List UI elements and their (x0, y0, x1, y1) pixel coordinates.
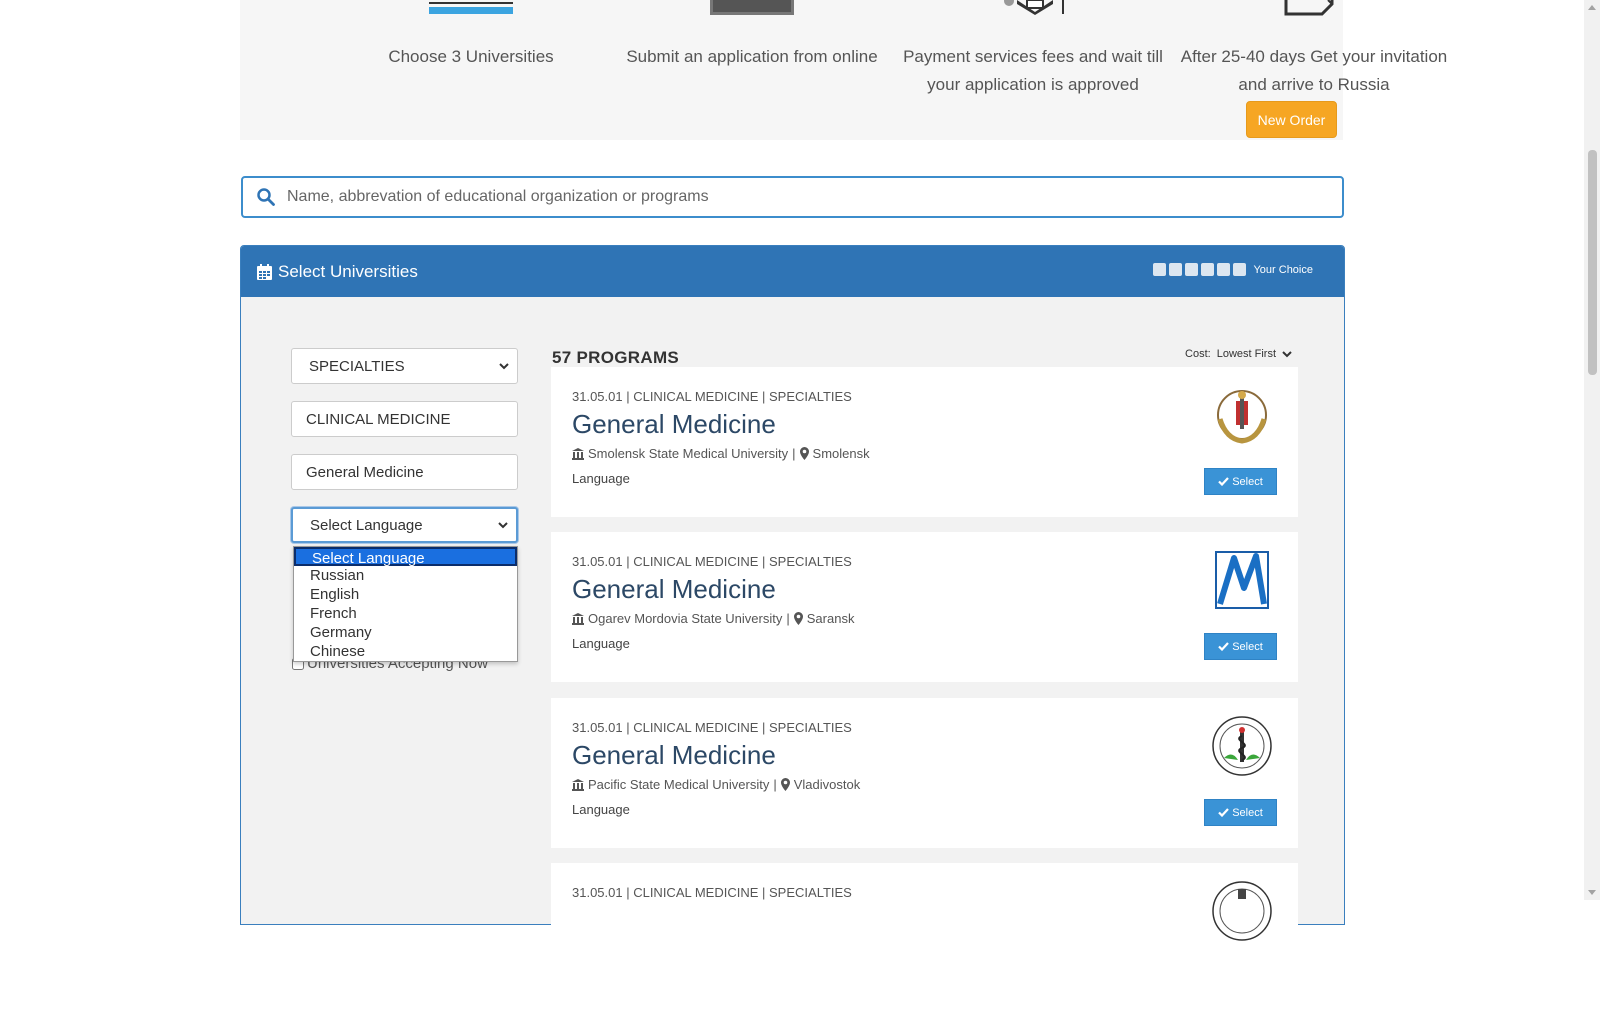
calendar-icon (257, 264, 272, 280)
choice-slot[interactable] (1153, 263, 1167, 276)
program-card: 31.05.01 | CLINICAL MEDICINE | SPECIALTI… (551, 863, 1298, 1013)
step-text: Choose 3 Universities (388, 47, 554, 66)
steps-banner: Choose 3 Universities Submit an applicat… (240, 0, 1447, 140)
program-language: Language (572, 802, 630, 817)
program-filter[interactable]: General Medicine (291, 454, 518, 490)
program-title[interactable]: General Medicine (572, 574, 776, 605)
map-marker-icon (780, 778, 790, 791)
language-option[interactable]: English (294, 585, 517, 604)
map-marker-icon (793, 612, 803, 625)
step-arrival: After 25-40 days Get your invitation and… (1174, 0, 1454, 94)
university-logo (1212, 716, 1272, 776)
program-language: Language (572, 636, 630, 651)
your-choice-label: Your Choice (1253, 263, 1313, 276)
program-meta: Pacific State Medical University | Vladi… (572, 777, 860, 792)
program-code: 31.05.01 | CLINICAL MEDICINE | SPECIALTI… (572, 885, 852, 900)
graduation-cap-icon (1004, 0, 1064, 15)
program-code: 31.05.01 | CLINICAL MEDICINE | SPECIALTI… (572, 554, 852, 569)
field-filter[interactable]: CLINICAL MEDICINE (291, 401, 518, 437)
language-select[interactable]: Select Language (291, 507, 518, 543)
university-icon (572, 612, 584, 625)
field-filter-value: CLINICAL MEDICINE (306, 410, 451, 428)
sort-control[interactable]: Cost: Lowest First (1185, 348, 1292, 360)
program-card: 31.05.01 | CLINICAL MEDICINE | SPECIALTI… (551, 367, 1298, 517)
choice-slot[interactable] (1169, 263, 1183, 276)
panel-title: Select Universities (257, 262, 418, 282)
program-title[interactable]: General Medicine (572, 409, 776, 440)
scroll-up-icon[interactable] (1588, 5, 1596, 10)
sort-label: Cost: (1185, 348, 1211, 360)
university-icon (572, 778, 584, 791)
panel-header: Select Universities Your Choice (241, 246, 1344, 297)
check-icon (1218, 477, 1230, 486)
step-submit: Submit an application from online (612, 0, 892, 66)
choice-slot[interactable] (1233, 263, 1247, 276)
select-button-label: Select (1232, 640, 1263, 653)
choice-slots: Your Choice (1153, 263, 1313, 276)
step-text: Payment services fees and wait till your… (903, 47, 1163, 94)
scroll-thumb[interactable] (1588, 150, 1597, 375)
select-button-label: Select (1232, 475, 1263, 488)
city-name: Vladivostok (793, 777, 861, 792)
language-option[interactable]: Chinese (294, 642, 517, 661)
step-payment: Payment services fees and wait till your… (893, 0, 1173, 94)
program-card: 31.05.01 | CLINICAL MEDICINE | SPECIALTI… (551, 532, 1298, 682)
choice-slot[interactable] (1201, 263, 1215, 276)
laptop-icon (710, 0, 794, 15)
university-logo (1215, 551, 1269, 609)
chevron-down-icon (498, 521, 508, 528)
step-choose: Choose 3 Universities (331, 0, 611, 66)
select-button[interactable]: Select (1204, 633, 1277, 660)
university-name[interactable]: Ogarev Mordovia State University (588, 611, 782, 626)
language-select-value: Select Language (310, 516, 423, 534)
search-icon (257, 188, 275, 206)
university-icon (572, 447, 584, 460)
panel-title-text: Select Universities (278, 262, 418, 281)
universities-panel: Select Universities Your Choice SPECIALT… (240, 245, 1345, 1013)
program-code: 31.05.01 | CLINICAL MEDICINE | SPECIALTI… (572, 389, 852, 404)
select-button[interactable]: Select (1204, 468, 1277, 495)
program-meta: Smolensk State Medical University | Smol… (572, 446, 870, 461)
language-option[interactable]: Russian (294, 566, 517, 585)
program-filter-value: General Medicine (306, 463, 424, 481)
chevron-down-icon (1282, 350, 1292, 357)
scroll-down-icon[interactable] (1588, 890, 1596, 895)
chevron-down-icon (499, 362, 509, 369)
choice-slot[interactable] (1217, 263, 1231, 276)
university-logo (1212, 881, 1272, 941)
document-icon (1284, 0, 1334, 16)
search-box[interactable] (241, 176, 1344, 218)
university-name[interactable]: Pacific State Medical University (588, 777, 769, 792)
program-card: 31.05.01 | CLINICAL MEDICINE | SPECIALTI… (551, 698, 1298, 848)
language-option[interactable]: French (294, 604, 517, 623)
programs-count: 57 PROGRAMS (552, 348, 680, 367)
university-logo (1217, 390, 1267, 444)
university-name[interactable]: Smolensk State Medical University (588, 446, 788, 461)
sort-value: Lowest First (1216, 348, 1276, 360)
new-order-button[interactable]: New Order (1246, 101, 1337, 138)
language-option[interactable]: Germany (294, 623, 517, 642)
check-icon (1218, 642, 1230, 651)
search-input[interactable] (287, 184, 1327, 210)
language-option[interactable]: Select Language (294, 547, 517, 567)
select-button-label: Select (1232, 806, 1263, 819)
check-icon (1218, 808, 1230, 817)
program-title[interactable]: General Medicine (572, 740, 776, 771)
page-scrollbar[interactable] (1584, 0, 1600, 900)
map-marker-icon (799, 447, 809, 460)
program-language: Language (572, 471, 630, 486)
select-button[interactable]: Select (1204, 799, 1277, 826)
choice-slot[interactable] (1185, 263, 1199, 276)
city-name: Smolensk (812, 446, 870, 461)
program-meta: Ogarev Mordovia State University | Saran… (572, 611, 854, 626)
program-code: 31.05.01 | CLINICAL MEDICINE | SPECIALTI… (572, 720, 852, 735)
step-text: Submit an application from online (626, 47, 878, 66)
step-text: After 25-40 days Get your invitation and… (1180, 47, 1448, 94)
list-icon (429, 2, 513, 14)
degree-select-value: SPECIALTIES (309, 357, 405, 375)
language-dropdown-list: Select Language Russian English French G… (293, 546, 518, 662)
city-name: Saransk (806, 611, 855, 626)
degree-select[interactable]: SPECIALTIES (291, 348, 518, 384)
